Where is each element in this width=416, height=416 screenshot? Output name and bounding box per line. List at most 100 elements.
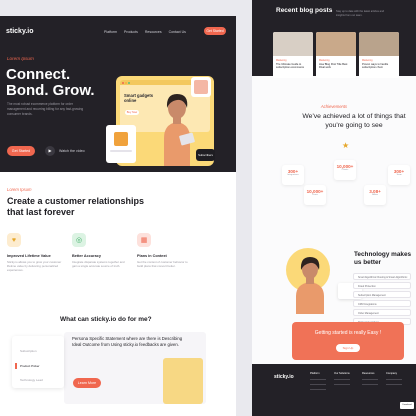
nav-link-contact[interactable]: Contact Us [169, 30, 186, 34]
sign-up-button[interactable]: Sign Up [336, 344, 360, 352]
blog-card-title: How Blog Post Title Best Rival work [319, 63, 348, 70]
stat-card: 300+ Integrations [282, 165, 304, 185]
blog-card-tag: Marketing [319, 59, 330, 62]
technology-headline: Technology makes us better [354, 251, 412, 266]
window-dot-icon [125, 81, 127, 84]
woman-with-tablet-illustration [164, 94, 195, 166]
window-dot-icon [128, 81, 130, 84]
stat-card: 300+ Team [388, 165, 410, 185]
stat-label: Team [396, 174, 402, 176]
product-thumbnail-image [194, 80, 208, 94]
blog-card[interactable]: Marketing Proven ways to handle subscrip… [359, 32, 399, 78]
feature-text: Integrate disparate systems together and… [72, 260, 125, 268]
watch-video-link[interactable]: Watch the video [59, 149, 85, 153]
blog-card-image [273, 32, 313, 56]
footer-column-title: Company [386, 372, 398, 375]
achievements-headline: We've achieved a lot of things that you'… [302, 113, 406, 129]
stat-card: 10,000+ Clients [334, 160, 356, 180]
stat-label: Billion [372, 194, 378, 196]
nav-get-started-button[interactable]: Get Started [204, 27, 226, 35]
hero-subtext: The most robust ecommerce platform for o… [7, 102, 84, 116]
footer-link[interactable] [334, 379, 350, 380]
learn-more-button[interactable]: Learn More [73, 378, 101, 388]
tab-technology-lead[interactable]: Technology Lead [20, 378, 43, 382]
blog-card-image [316, 32, 356, 56]
feature-title: Improved Lifetime Value [7, 254, 51, 258]
feature-text: Sticky.io allows you to grow your custom… [7, 260, 62, 272]
blog-card-tag: Marketing [276, 59, 287, 62]
blog-card-tag: Marketing [362, 59, 373, 62]
logo[interactable]: sticky.io [6, 28, 34, 35]
section-headline: Create a customer relationships that las… [7, 196, 145, 217]
question-headline: What can sticky.io do for me? [60, 316, 152, 323]
subscribers-badge: Subscribers [196, 149, 215, 161]
grid-icon: ▦ [137, 233, 151, 247]
blog-card[interactable]: Marketing The Ultimate Guide to subscrip… [273, 32, 313, 78]
stat-card: 10,000+ Users [304, 185, 326, 205]
nav-links: Platform Products Resources Contact Us [104, 30, 186, 34]
landing-page-right: Recent blog posts Stay up to date with t… [252, 0, 416, 416]
footer-column-title: Our Solutions [334, 372, 350, 375]
blog-subtitle: Stay up to date with the latest articles… [336, 10, 385, 17]
hero-eyebrow: Lorem Ipsum [7, 56, 34, 61]
nav-link-platform[interactable]: Platform [104, 30, 117, 34]
hero-headline: Connect. Bond. Grow. [6, 66, 95, 99]
footer-link[interactable] [386, 384, 402, 385]
landing-page-left: sticky.io Platform Products Resources Co… [0, 16, 236, 416]
play-icon[interactable]: ▶ [45, 146, 55, 156]
feature-title: Plans in Context [137, 254, 167, 258]
blog-title: Recent blog posts [276, 7, 333, 14]
technology-option[interactable]: Subscription Management [353, 291, 411, 298]
section-eyebrow: Lorem Ipsum [7, 187, 32, 192]
footer-link[interactable] [334, 384, 350, 385]
feature-lifetime-value: ♥ Improved Lifetime Value Sticky.io allo… [7, 233, 63, 272]
heart-icon: ♥ [7, 233, 21, 247]
blog-card[interactable]: Marketing How Blog Post Title Best Rival… [316, 32, 356, 78]
technology-option[interactable]: Order Management [353, 309, 411, 316]
showcase-canvas: sticky.io Platform Products Resources Co… [0, 0, 416, 416]
feature-text: Get the context of customer behavior to … [137, 260, 188, 268]
top-navigation: sticky.io Platform Products Resources Co… [6, 25, 230, 39]
achievements-eyebrow: Achievements [320, 104, 348, 109]
technology-option[interactable]: Smart Algorithmic Routing & Smart Algori… [353, 273, 411, 286]
window-dot-icon [122, 81, 124, 84]
cta-title: Getting started is really Easy ! [314, 330, 382, 336]
footer-link[interactable] [362, 384, 378, 385]
footer-column-title: Platform [310, 372, 320, 375]
blog-card-title: The Ultimate Guide to subscription ecomm… [276, 63, 305, 70]
shopping-bag-icon [114, 132, 128, 146]
technology-option[interactable]: CRM Integrations [353, 300, 411, 307]
nav-link-products[interactable]: Products [124, 30, 138, 34]
stat-card: 3.08+ Billion [364, 185, 386, 205]
hero-get-started-button[interactable]: Get Started [7, 146, 35, 156]
stat-label: Integrations [287, 174, 299, 176]
technology-option[interactable]: Fraud Protection [353, 282, 411, 289]
stat-label: Clients [341, 169, 349, 171]
footer-link[interactable] [362, 379, 378, 380]
active-tab-indicator [15, 363, 17, 369]
blog-card-title: Proven ways to handle subscription churn [362, 63, 389, 70]
footer-link[interactable] [310, 379, 326, 380]
footer-link[interactable] [386, 379, 402, 380]
trophy-icon: ★ [342, 141, 350, 150]
feature-title: Better Accuracy [72, 254, 101, 258]
statement-illustration [163, 358, 203, 404]
feature-accuracy: ◎ Better Accuracy Integrate disparate sy… [72, 233, 128, 268]
footer-link[interactable] [310, 384, 326, 385]
blog-card-image [359, 32, 399, 56]
mockup-buy-button: Buy Now [125, 110, 139, 115]
footer-logo[interactable]: sticky.io [274, 374, 294, 380]
woman-with-phone-illustration [296, 257, 324, 314]
target-icon: ◎ [72, 233, 86, 247]
product-card-line [110, 150, 132, 152]
persona-tabs: Subscription Product Picker Technology L… [12, 336, 64, 388]
persona-statement: Persona Specific Statement where are the… [72, 336, 183, 347]
tab-subscription[interactable]: Subscription [20, 349, 37, 353]
footer-link[interactable] [310, 389, 326, 390]
download-badge[interactable]: Download [400, 402, 414, 409]
tab-product-picker[interactable]: Product Picker [20, 364, 40, 368]
feature-context: ▦ Plans in Context Get the context of cu… [137, 233, 193, 268]
cta-banner [292, 322, 404, 360]
stat-label: Users [312, 194, 318, 196]
nav-link-resources[interactable]: Resources [145, 30, 162, 34]
